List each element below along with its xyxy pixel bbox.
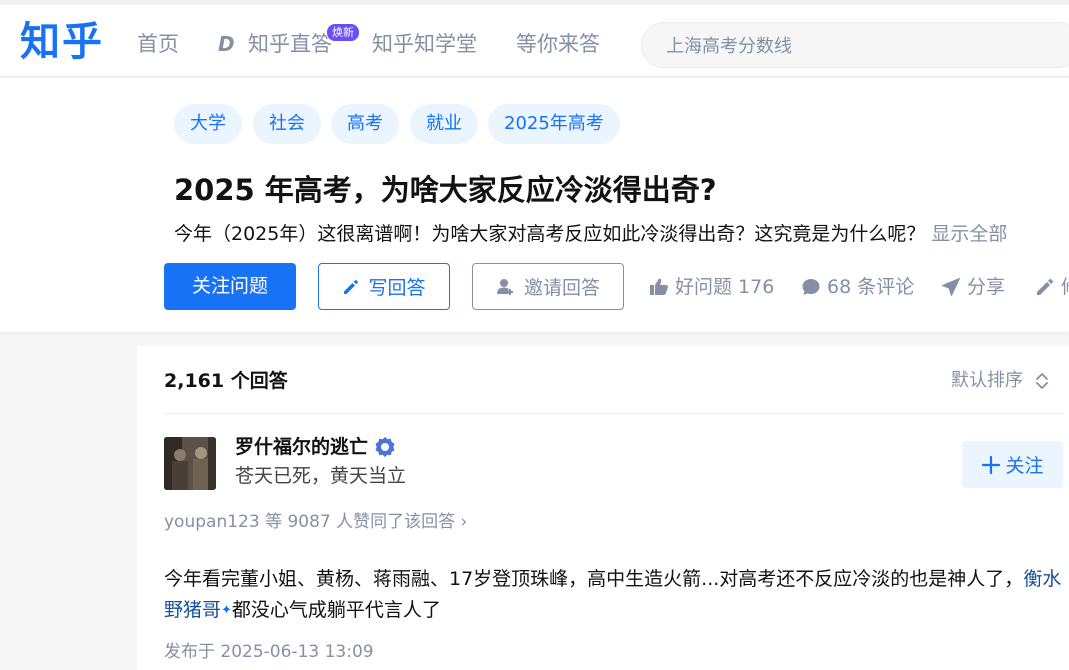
top-header: 知乎 首页 D 知乎直答 焕新 知乎知学堂 等你来答 bbox=[0, 0, 1069, 77]
share-action[interactable]: 分享 bbox=[941, 274, 1005, 300]
follow-author-label: 关注 bbox=[1005, 455, 1044, 477]
answer-content[interactable]: 今年看完董小姐、黄杨、蒋雨融、17岁登顶珠峰，高中生造火箭...对高考还不反应冷… bbox=[164, 564, 1064, 626]
topic-tag[interactable]: 就业 bbox=[410, 104, 478, 144]
author-avatar[interactable] bbox=[164, 437, 216, 490]
topic-tag[interactable]: 高考 bbox=[331, 104, 399, 144]
invite-user-icon bbox=[496, 278, 513, 295]
sort-label: 默认排序 bbox=[951, 370, 1023, 391]
edit-label: 修 bbox=[1061, 274, 1069, 300]
edit-pencil-icon bbox=[1037, 279, 1053, 295]
plus-icon bbox=[982, 455, 1001, 474]
write-answer-label: 写回答 bbox=[368, 277, 426, 299]
sort-dropdown[interactable]: 默认排序 bbox=[951, 368, 1049, 394]
good-question-label: 好问题 176 bbox=[675, 276, 775, 298]
edit-action[interactable]: 修 bbox=[1035, 274, 1069, 300]
spark-icon: ✦ bbox=[221, 603, 232, 618]
nav-zhida-label: 知乎直答 bbox=[248, 32, 332, 56]
write-answer-button[interactable]: 写回答 bbox=[318, 263, 450, 310]
search-input[interactable] bbox=[666, 33, 1056, 59]
author-name[interactable]: 罗什福尔的逃亡 bbox=[235, 433, 396, 461]
divider bbox=[164, 413, 1064, 414]
invite-answer-label: 邀请回答 bbox=[523, 277, 600, 299]
search-box[interactable] bbox=[641, 22, 1069, 68]
answer-text: 今年看完董小姐、黄杨、蒋雨融、17岁登顶珠峰，高中生造火箭...对高考还不反应冷… bbox=[164, 568, 1024, 590]
avatar-image bbox=[164, 437, 216, 490]
svg-text:D: D bbox=[218, 33, 235, 55]
question-header: 大学 社会 高考 就业 2025年高考 2025 年高考，为啥大家反应冷淡得出奇… bbox=[0, 78, 1069, 332]
answer-count: 2,161 个回答 bbox=[164, 370, 288, 392]
thumbs-up-icon bbox=[650, 278, 668, 295]
comment-icon bbox=[802, 279, 820, 295]
topic-tag[interactable]: 2025年高考 bbox=[488, 104, 620, 144]
good-question-action[interactable]: 好问题 176 bbox=[649, 274, 774, 300]
sort-chevron-icon bbox=[1036, 373, 1048, 389]
nav-zhida[interactable]: D 知乎直答 焕新 bbox=[218, 23, 360, 59]
topic-tag[interactable]: 社会 bbox=[253, 104, 321, 144]
share-icon bbox=[942, 278, 960, 296]
nav-xuetang[interactable]: 知乎知学堂 bbox=[372, 29, 477, 59]
invite-answer-button[interactable]: 邀请回答 bbox=[472, 263, 624, 310]
comments-action[interactable]: 68 条评论 bbox=[801, 274, 914, 300]
publish-time[interactable]: 发布于 2025-06-13 13:09 bbox=[164, 639, 374, 665]
author-bio: 苍天已死，黄天当立 bbox=[235, 465, 407, 487]
new-badge: 焕新 bbox=[326, 23, 360, 42]
pencil-icon bbox=[344, 279, 359, 294]
show-all-link[interactable]: 显示全部 bbox=[931, 223, 1007, 245]
share-label: 分享 bbox=[967, 276, 1006, 298]
nav-home[interactable]: 首页 bbox=[137, 29, 179, 59]
question-description: 今年（2025年）这很离谱啊！为啥大家对高考反应如此冷淡得出奇？这究竟是为什么呢… bbox=[174, 220, 1007, 248]
nav-wait-answer[interactable]: 等你来答 bbox=[516, 29, 600, 59]
zhida-icon: D bbox=[218, 33, 235, 55]
answer-list-card: 2,161 个回答 默认排序 罗什福尔的逃亡 苍天已死，黄天当立 关注 youp… bbox=[137, 346, 1069, 670]
voters-summary[interactable]: youpan123 等 9087 人赞同了该回答 › bbox=[164, 509, 467, 535]
comments-label: 68 条评论 bbox=[827, 276, 915, 298]
follow-author-button[interactable]: 关注 bbox=[962, 441, 1063, 488]
answer-text-tail: 都没心气成躺平代言人了 bbox=[231, 599, 441, 621]
question-title: 2025 年高考，为啥大家反应冷淡得出奇? bbox=[174, 173, 717, 207]
zhihu-logo[interactable]: 知乎 bbox=[20, 19, 104, 65]
topic-tag[interactable]: 大学 bbox=[174, 104, 242, 144]
author-name-text: 罗什福尔的逃亡 bbox=[235, 436, 369, 458]
verified-badge-icon bbox=[375, 437, 395, 457]
question-description-text: 今年（2025年）这很离谱啊！为啥大家对高考反应如此冷淡得出奇？这究竟是为什么呢… bbox=[174, 223, 926, 245]
follow-question-button[interactable]: 关注问题 bbox=[164, 263, 296, 310]
